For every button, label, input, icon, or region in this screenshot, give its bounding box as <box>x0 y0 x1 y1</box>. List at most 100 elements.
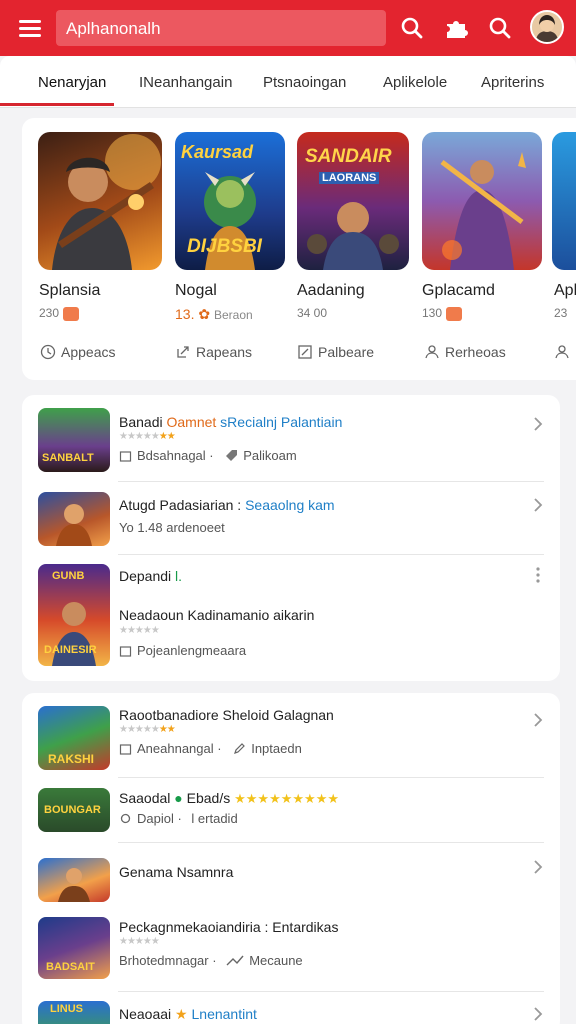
game-title: Saaodal ● Ebad/s ★★★★★★★★★ <box>119 790 340 806</box>
game-title: Raootbanadiore Sheloid Galagnan <box>119 707 334 723</box>
game-meta: 230 <box>39 306 80 321</box>
chevron-right-icon[interactable] <box>532 712 544 728</box>
game-action[interactable]: Rerheoas <box>424 344 506 360</box>
rating-stars: ★★★★★★★ <box>119 724 176 735</box>
more-options-icon[interactable] <box>536 567 540 583</box>
search-input[interactable]: Aplhanonalh <box>56 10 386 46</box>
hamburger-menu-icon[interactable] <box>16 14 44 42</box>
bag-icon <box>119 451 132 462</box>
thumbnail-label: BADSAIT <box>46 961 95 973</box>
art-title-top: SANDAIR <box>305 146 392 167</box>
tag-icon <box>226 450 238 461</box>
game-action[interactable] <box>554 344 575 360</box>
art-title-top: Kaursad <box>181 142 254 162</box>
game-subtitle: Dapiol · l ertadid <box>119 811 238 826</box>
game-thumbnail: LINUS <box>38 1001 110 1024</box>
badge-icon <box>446 306 463 321</box>
chevron-right-icon[interactable] <box>532 1006 544 1022</box>
top-app-bar: Aplhanonalh <box>0 0 576 56</box>
art-title-bottom: DIJBSBI <box>187 236 262 257</box>
game-meta: 34 00 <box>297 306 328 320</box>
game-artwork[interactable] <box>552 132 576 270</box>
list-item[interactable]: LINUS Neaoaai ★ Lnenantint <box>22 992 560 1024</box>
game-action[interactable]: Rapeans <box>175 344 252 360</box>
puzzle-icon[interactable] <box>441 12 473 44</box>
list-item[interactable]: Genama Nsamnra <box>22 843 560 903</box>
tab-nenaryjan[interactable]: Nenaryjan <box>38 74 106 91</box>
rating-stars: ★★★★★ <box>119 936 160 947</box>
game-action[interactable]: Appeacs <box>40 344 115 360</box>
rating-stars: ★★★★★ <box>119 625 160 636</box>
game-title: Atugd Padasiarian : Seaaolng kam <box>119 497 335 513</box>
game-artwork[interactable]: Kaursad DIJBSBI <box>175 132 285 270</box>
game-artwork[interactable]: SANDAIR LAORANS <box>297 132 409 270</box>
trend-icon <box>226 955 244 966</box>
settings-icon <box>120 813 131 824</box>
chevron-right-icon[interactable] <box>532 859 544 875</box>
game-list-card: SANBALT Banadi Oamnet sRecialnj Palantia… <box>22 395 560 681</box>
list-item[interactable]: GUNB DAINESIR Depandi l. Neadaoun Kadina… <box>22 555 560 681</box>
thumbnail-label: SANBALT <box>42 452 94 464</box>
bag-icon <box>119 744 132 755</box>
game-artwork[interactable] <box>422 132 542 270</box>
carousel-item[interactable]: Kaursad DIJBSBI <box>175 132 301 270</box>
game-title: Genama Nsamnra <box>119 864 234 880</box>
game-thumbnail: BADSAIT <box>38 917 110 979</box>
list-item[interactable]: SANBALT Banadi Oamnet sRecialnj Palantia… <box>22 395 560 481</box>
game-artwork[interactable] <box>38 132 162 270</box>
carousel-item[interactable]: SANDAIR LAORANS <box>297 132 423 270</box>
clock-icon <box>40 344 56 360</box>
game-thumbnail: RAKSHI <box>38 706 110 770</box>
game-title: Banadi Oamnet sRecialnj Palantiain <box>119 414 343 430</box>
tab-ptsnaoingan[interactable]: Ptsnaoingan <box>263 74 346 91</box>
list-item[interactable]: BADSAIT Peckagnmekaoiandiria : Entardika… <box>22 907 560 991</box>
chevron-right-icon[interactable] <box>532 497 544 513</box>
carousel-item[interactable] <box>422 132 548 270</box>
list-item[interactable]: BOUNGAR Saaodal ● Ebad/s ★★★★★★★★★ Dapio… <box>22 778 560 842</box>
search-icon[interactable] <box>484 12 516 44</box>
edit-icon <box>298 345 312 359</box>
game-title: Neaoaai ★ Lnenantint <box>119 1006 257 1022</box>
game-title: Peckagnmekaoiandiria : Entardikas <box>119 919 339 935</box>
tab-aplikelole[interactable]: Aplikelole <box>383 74 447 91</box>
game-meta: 130 <box>422 306 463 321</box>
game-meta: 23 <box>554 306 568 320</box>
game-subtitle: Bdsahnagal · Palikoam <box>119 448 297 463</box>
tab-bar: Nenaryjan INeanhangain Ptsnaoingan Aplik… <box>0 56 576 108</box>
avatar[interactable] <box>530 10 564 44</box>
game-description: Neadaoun Kadinamanio aikarin <box>119 607 315 623</box>
game-thumbnail <box>38 858 110 902</box>
carousel-item[interactable] <box>38 132 164 270</box>
game-subtitle: Pojeanlengmeaara <box>119 643 246 658</box>
search-icon[interactable] <box>396 12 428 44</box>
game-title: Apl <box>554 282 576 299</box>
active-tab-indicator <box>0 103 114 106</box>
game-title: Nogal <box>175 282 217 299</box>
game-thumbnail <box>38 492 110 546</box>
list-item[interactable]: Atugd Padasiarian : Seaaolng kam Yo 1.48… <box>22 482 560 554</box>
users-icon <box>425 345 439 359</box>
badge-icon <box>63 306 80 321</box>
game-subtitle: Yo 1.48 ardenoeet <box>119 520 225 535</box>
game-title: Depandi l. <box>119 568 183 584</box>
users-icon <box>555 345 569 359</box>
tab-apriterins[interactable]: Apriterins <box>481 74 544 91</box>
art-title-bottom: LAORANS <box>319 172 380 184</box>
bag-icon <box>119 646 132 657</box>
game-list-card: RAKSHI Raootbanadiore Sheloid Galagnan ★… <box>22 693 560 1024</box>
rating-stars: ★★★★★★★ <box>119 431 176 442</box>
game-subtitle: Brhotedmnagar · Mecaune <box>119 953 303 968</box>
game-title: Gplacamd <box>422 282 495 299</box>
thumbnail-label: RAKSHI <box>48 752 95 766</box>
chevron-right-icon[interactable] <box>532 416 544 432</box>
game-thumbnail: BOUNGAR <box>38 788 110 832</box>
game-meta: 13. ✿ Beraon <box>175 306 253 322</box>
game-thumbnail: GUNB DAINESIR <box>38 564 110 666</box>
external-link-icon <box>177 346 189 358</box>
list-item[interactable]: RAKSHI Raootbanadiore Sheloid Galagnan ★… <box>22 693 560 777</box>
game-action[interactable]: Palbeare <box>297 344 374 360</box>
carousel-item[interactable] <box>552 132 576 270</box>
tab-neanhangain[interactable]: INeanhangain <box>139 74 232 91</box>
edit-icon <box>234 743 246 754</box>
game-title: Splansia <box>39 282 101 299</box>
